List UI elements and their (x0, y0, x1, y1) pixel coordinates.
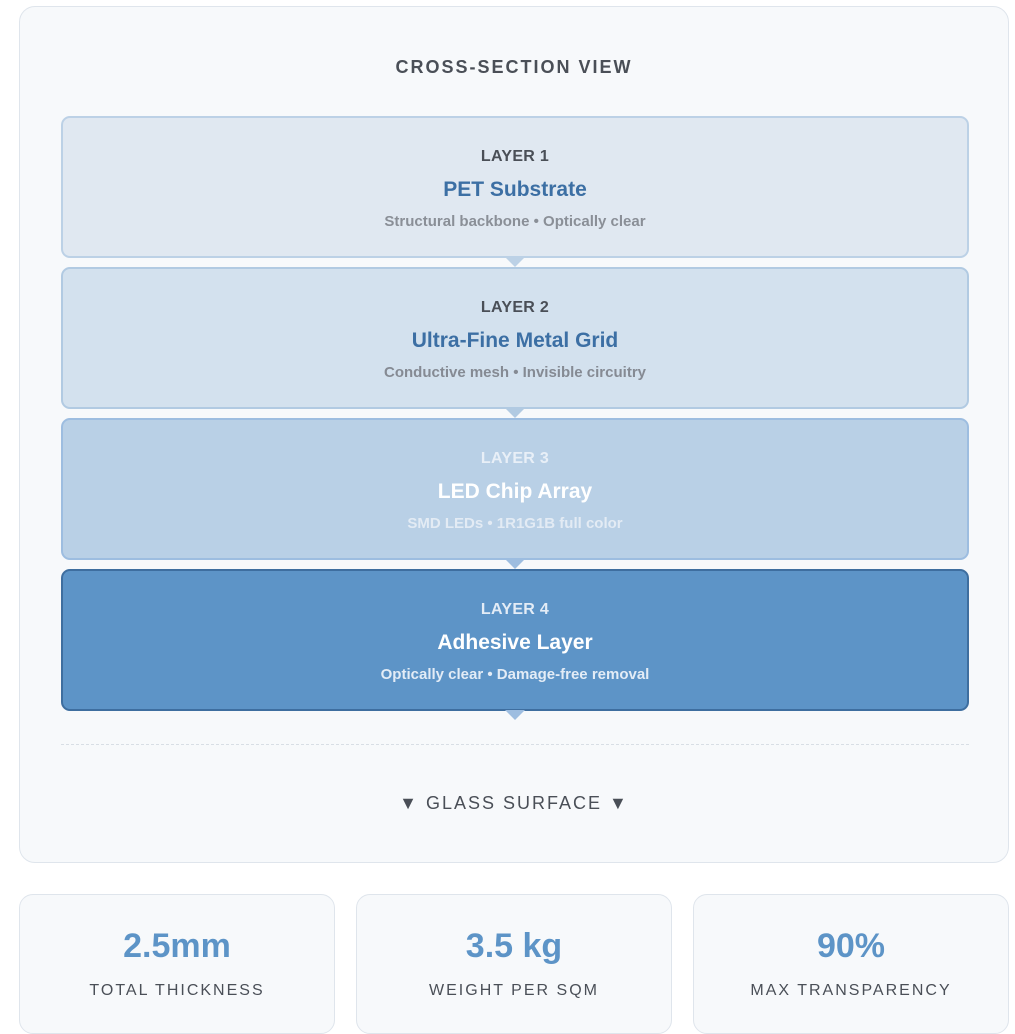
layer-number: LAYER 2 (480, 299, 550, 316)
layer-name: PET Substrate (443, 178, 587, 201)
layer-number: LAYER 4 (480, 601, 550, 618)
dashed-divider (61, 744, 969, 745)
layer-2-card: LAYER 2 Ultra-Fine Metal Grid Conductive… (61, 267, 969, 418)
layer-number: LAYER 1 (480, 148, 550, 165)
stat-value: 2.5mm (123, 927, 231, 965)
layer-name: LED Chip Array (437, 480, 593, 503)
glass-surface-label: ▼ GLASS SURFACE ▼ (399, 793, 629, 813)
layer-name: Adhesive Layer (437, 631, 593, 654)
layer-1-card: LAYER 1 PET Substrate Structural backbon… (61, 116, 969, 267)
cross-section-panel: CROSS-SECTION VIEW LAYER 1 PET Substrate… (19, 6, 1009, 863)
layer-description: Structural backbone • Optically clear (384, 213, 646, 230)
layer-name: Ultra-Fine Metal Grid (411, 329, 619, 352)
stat-card-transparency: 90% MAX TRANSPARENCY (693, 894, 1009, 1034)
layer-description: Optically clear • Damage-free removal (380, 666, 650, 683)
stat-value: 3.5 kg (465, 927, 563, 965)
stat-card-weight: 3.5 kg WEIGHT PER SQM (356, 894, 672, 1034)
stat-label: MAX TRANSPARENCY (750, 982, 952, 999)
stat-card-thickness: 2.5mm TOTAL THICKNESS (19, 894, 335, 1034)
stat-label: WEIGHT PER SQM (429, 982, 599, 999)
layer-description: Conductive mesh • Invisible circuitry (384, 364, 646, 381)
stat-label: TOTAL THICKNESS (89, 982, 265, 999)
panel-title: CROSS-SECTION VIEW (395, 57, 633, 77)
layer-3-card: LAYER 3 LED Chip Array SMD LEDs • 1R1G1B… (61, 418, 969, 569)
layer-description: SMD LEDs • 1R1G1B full color (407, 515, 623, 532)
stat-value: 90% (816, 927, 886, 965)
layer-4-card: LAYER 4 Adhesive Layer Optically clear •… (61, 569, 969, 720)
layer-number: LAYER 3 (480, 450, 550, 467)
